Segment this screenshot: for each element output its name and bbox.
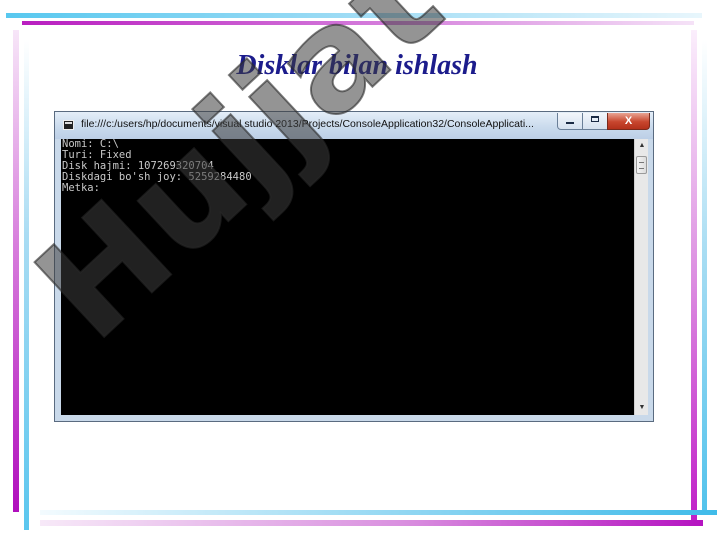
frame-bar-left-cyan: [24, 40, 29, 530]
minimize-icon: [566, 122, 574, 125]
frame-bar-right-magenta: [691, 30, 697, 520]
console-line-label: Metka:: [62, 182, 100, 194]
console-window: file:///c:/users/hp/documents/visual stu…: [54, 111, 654, 422]
slide: Disklar bilan ishlash file:///c:/users/h…: [0, 0, 720, 540]
window-titlebar[interactable]: file:///c:/users/hp/documents/visual stu…: [55, 112, 653, 139]
frame-bar-top-magenta: [22, 21, 694, 25]
frame-bar-top-cyan: [6, 13, 702, 18]
scroll-down-arrow-icon[interactable]: ▼: [636, 402, 648, 414]
minimize-button[interactable]: [557, 113, 583, 130]
maximize-icon: [591, 116, 599, 123]
console-line-free-space: Diskdagi bo'sh joy: 5259284480: [62, 171, 252, 183]
close-icon: X: [624, 115, 633, 127]
slide-title: Disklar bilan ishlash: [236, 50, 478, 81]
console-line-name: Nomi: C:\: [62, 138, 119, 150]
window-title: file:///c:/users/hp/documents/visual stu…: [81, 118, 534, 130]
frame-bar-left-magenta: [13, 30, 19, 512]
vertical-scrollbar[interactable]: ▲ ▼: [634, 139, 648, 415]
maximize-button[interactable]: [582, 113, 608, 130]
watermark-number: 24: [399, 0, 658, 5]
frame-bar-bottom-magenta: [40, 520, 703, 526]
scroll-thumb[interactable]: [636, 156, 647, 174]
console-output[interactable]: Nomi: C:\ Turi: Fixed Disk hajmi: 107269…: [61, 139, 634, 415]
frame-bar-right-cyan: [702, 40, 707, 510]
close-button[interactable]: X: [607, 113, 650, 130]
scroll-up-arrow-icon[interactable]: ▲: [636, 140, 648, 152]
console-app-icon[interactable]: [63, 120, 74, 130]
frame-bar-bottom-cyan: [40, 510, 717, 515]
